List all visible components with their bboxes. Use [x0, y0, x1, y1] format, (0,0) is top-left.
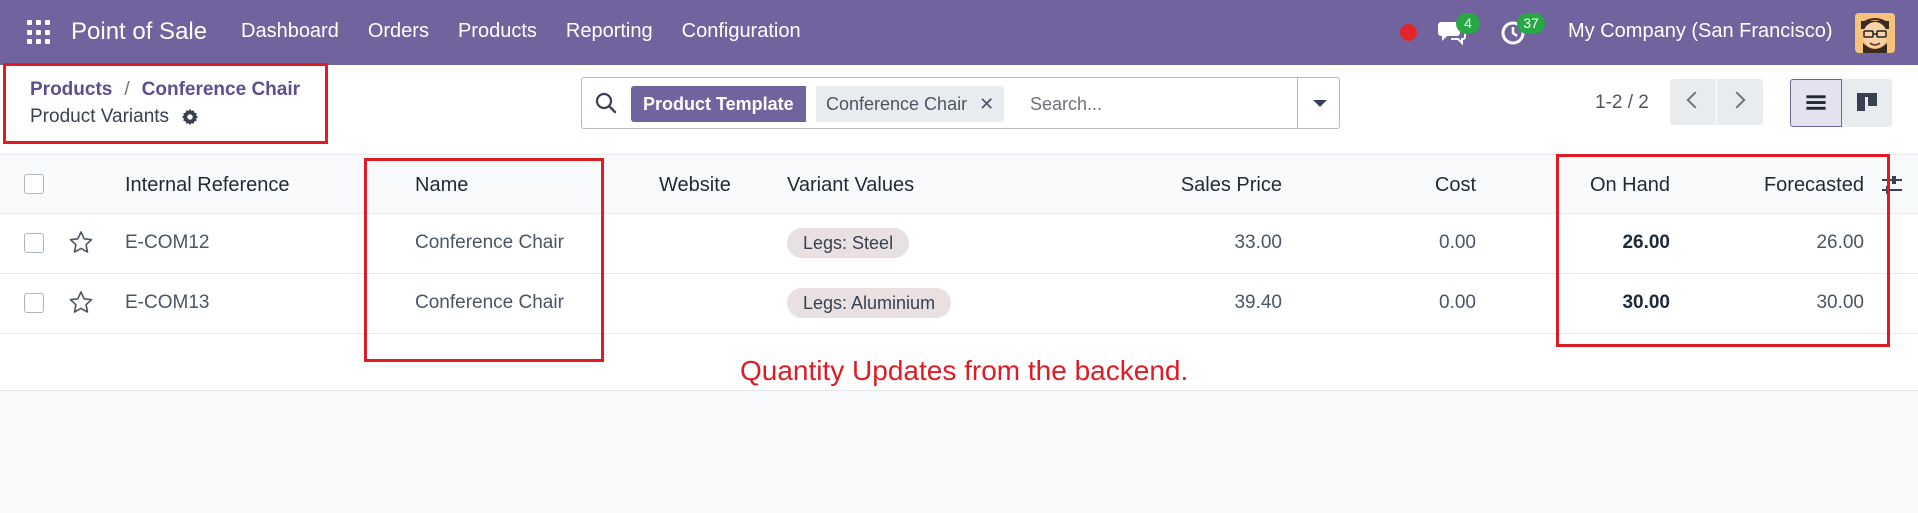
apps-menu-icon[interactable] [27, 20, 52, 45]
cell-internal-reference: E-COM13 [125, 292, 210, 313]
menu-item-reporting[interactable]: Reporting [566, 20, 653, 43]
kanban-view-icon [1857, 93, 1877, 111]
cell-sales-price: 39.40 [1234, 292, 1282, 313]
menu-item-dashboard[interactable]: Dashboard [241, 20, 339, 43]
search-options-dropdown-button[interactable] [1297, 78, 1339, 128]
menu-item-configuration[interactable]: Configuration [682, 20, 801, 43]
annotation-box-quantity-columns [1556, 154, 1890, 347]
activity-count-badge: 37 [1517, 13, 1545, 34]
menu-item-orders[interactable]: Orders [368, 20, 429, 43]
search-input[interactable] [1030, 87, 1290, 121]
search-facet-value-text: Conference Chair [826, 94, 968, 114]
star-icon[interactable] [68, 290, 94, 316]
company-switcher[interactable]: My Company (San Francisco) [1568, 20, 1833, 43]
column-header-website[interactable]: Website [659, 174, 731, 197]
row-checkbox[interactable] [24, 233, 44, 253]
app-title[interactable]: Point of Sale [71, 18, 207, 46]
pager-value[interactable]: 1-2 / 2 [1595, 92, 1649, 114]
pager-previous-button[interactable] [1670, 79, 1716, 125]
user-avatar[interactable] [1855, 13, 1895, 53]
main-menu: Dashboard Orders Products Reporting Conf… [241, 20, 830, 43]
annotation-box-breadcrumb [3, 63, 328, 144]
list-view-button[interactable] [1790, 79, 1842, 127]
select-all-checkbox[interactable] [24, 174, 44, 194]
menu-item-products[interactable]: Products [458, 20, 537, 43]
chevron-right-icon [1728, 91, 1746, 109]
star-icon[interactable] [68, 230, 94, 256]
top-navbar: Point of Sale Dashboard Orders Products … [0, 0, 1918, 65]
cell-cost: 0.00 [1439, 292, 1476, 313]
search-icon[interactable] [595, 92, 617, 114]
cell-sales-price: 33.00 [1234, 232, 1282, 253]
cell-cost: 0.00 [1439, 232, 1476, 253]
cell-internal-reference: E-COM12 [125, 232, 210, 253]
column-header-sales-price[interactable]: Sales Price [1181, 174, 1282, 197]
pager-next-button[interactable] [1717, 79, 1763, 125]
search-facet-label: Product Template [631, 86, 806, 122]
list-view-icon [1806, 95, 1826, 110]
annotation-text: Quantity Updates from the backend. [740, 355, 1189, 386]
table-footer-area [0, 391, 1918, 513]
row-checkbox[interactable] [24, 293, 44, 313]
variant-value-tag: Legs: Aluminium [787, 288, 952, 318]
column-header-cost[interactable]: Cost [1435, 174, 1476, 197]
column-header-internal-reference[interactable]: Internal Reference [125, 174, 290, 197]
column-header-variant-values[interactable]: Variant Values [787, 174, 914, 197]
search-facet-value: Conference Chair ✕ [816, 86, 1005, 122]
recording-indicator-icon[interactable] [1400, 24, 1417, 41]
close-icon[interactable]: ✕ [979, 86, 994, 122]
chevron-left-icon [1686, 91, 1704, 109]
search-bar: Product Template Conference Chair ✕ [581, 77, 1340, 129]
variant-value-tag: Legs: Steel [787, 228, 910, 258]
avatar-face-icon [1855, 13, 1895, 53]
annotation-box-name-column [364, 158, 604, 362]
chat-count-badge: 4 [1456, 13, 1480, 34]
kanban-view-button[interactable] [1842, 79, 1892, 127]
